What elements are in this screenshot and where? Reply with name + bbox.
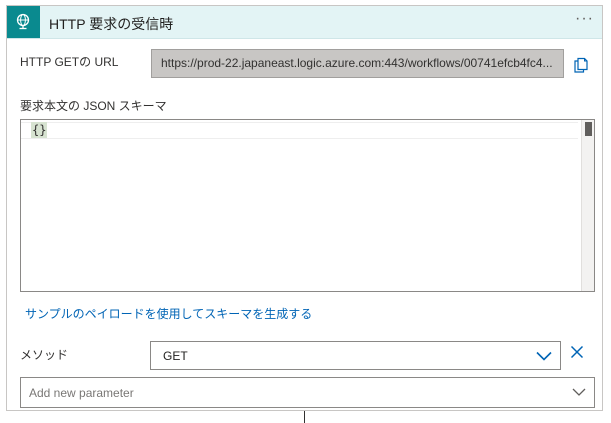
copy-icon [574,57,588,73]
globe-request-icon [16,13,30,30]
schema-label: 要求本文の JSON スキーマ [20,99,167,113]
chevron-down-icon [536,351,552,361]
add-parameter-dropdown[interactable]: Add new parameter [20,377,595,408]
json-schema-editor[interactable]: {} [20,119,595,292]
generate-schema-link[interactable]: サンプルのペイロードを使用してスキーマを生成する [25,305,312,322]
method-label: メソッド [20,348,69,362]
editor-current-line [21,122,578,139]
close-icon [570,345,584,359]
flow-connector [304,411,305,423]
method-dropdown[interactable]: GET [150,341,561,370]
method-value: GET [163,349,188,363]
trigger-icon-box [7,6,40,38]
more-options-icon[interactable]: ··· [575,10,594,28]
editor-scrollbar[interactable] [581,120,594,291]
editor-scrollbar-thumb[interactable] [585,122,592,136]
trigger-card: HTTP 要求の受信時 ··· HTTP GETの URL https://pr… [6,5,603,411]
url-label: HTTP GETの URL [20,55,119,69]
card-title: HTTP 要求の受信時 [49,16,174,32]
schema-content: {} [31,122,48,138]
url-field[interactable]: https://prod-22.japaneast.logic.azure.co… [151,49,564,78]
chevron-down-icon [572,388,586,396]
add-parameter-placeholder: Add new parameter [29,386,134,400]
remove-method-button[interactable] [570,345,584,359]
copy-url-button[interactable] [573,57,589,73]
card-header[interactable]: HTTP 要求の受信時 ··· [7,6,602,39]
